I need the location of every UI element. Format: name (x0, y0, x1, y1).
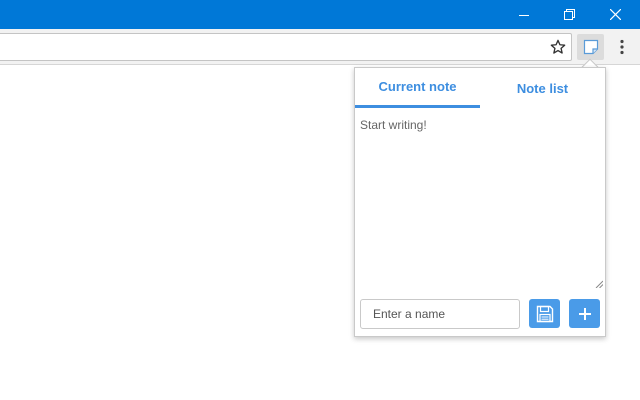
browser-menu-button[interactable] (614, 37, 630, 57)
tab-note-list-label: Note list (516, 80, 569, 96)
popup-tabs: Current note Note list (355, 68, 605, 108)
notes-extension-button[interactable] (577, 34, 604, 60)
save-icon (536, 305, 553, 322)
kebab-menu-icon (620, 39, 624, 55)
sticky-note-extension-icon (583, 39, 598, 55)
minimize-button[interactable] (501, 0, 547, 29)
address-bar[interactable] (0, 33, 572, 61)
tab-note-list[interactable]: Note list (480, 68, 605, 108)
plus-icon (578, 307, 591, 320)
save-note-button[interactable] (529, 299, 560, 328)
bookmark-button[interactable] (549, 38, 567, 56)
notes-popup: Current note Note list (354, 67, 606, 337)
note-textarea[interactable] (355, 110, 605, 290)
new-note-button[interactable] (569, 299, 600, 328)
minimize-icon (519, 14, 529, 16)
close-icon (609, 9, 621, 20)
tab-current-note[interactable]: Current note (355, 68, 480, 108)
restore-icon (563, 9, 575, 20)
note-name-input[interactable] (360, 299, 520, 329)
close-button[interactable] (592, 0, 638, 29)
restore-button[interactable] (546, 0, 592, 29)
tab-current-note-label: Current note (378, 79, 457, 94)
resize-grip-icon[interactable] (595, 280, 603, 288)
window-titlebar (0, 0, 640, 29)
browser-toolbar (0, 29, 640, 65)
bookmark-star-icon (550, 39, 566, 54)
